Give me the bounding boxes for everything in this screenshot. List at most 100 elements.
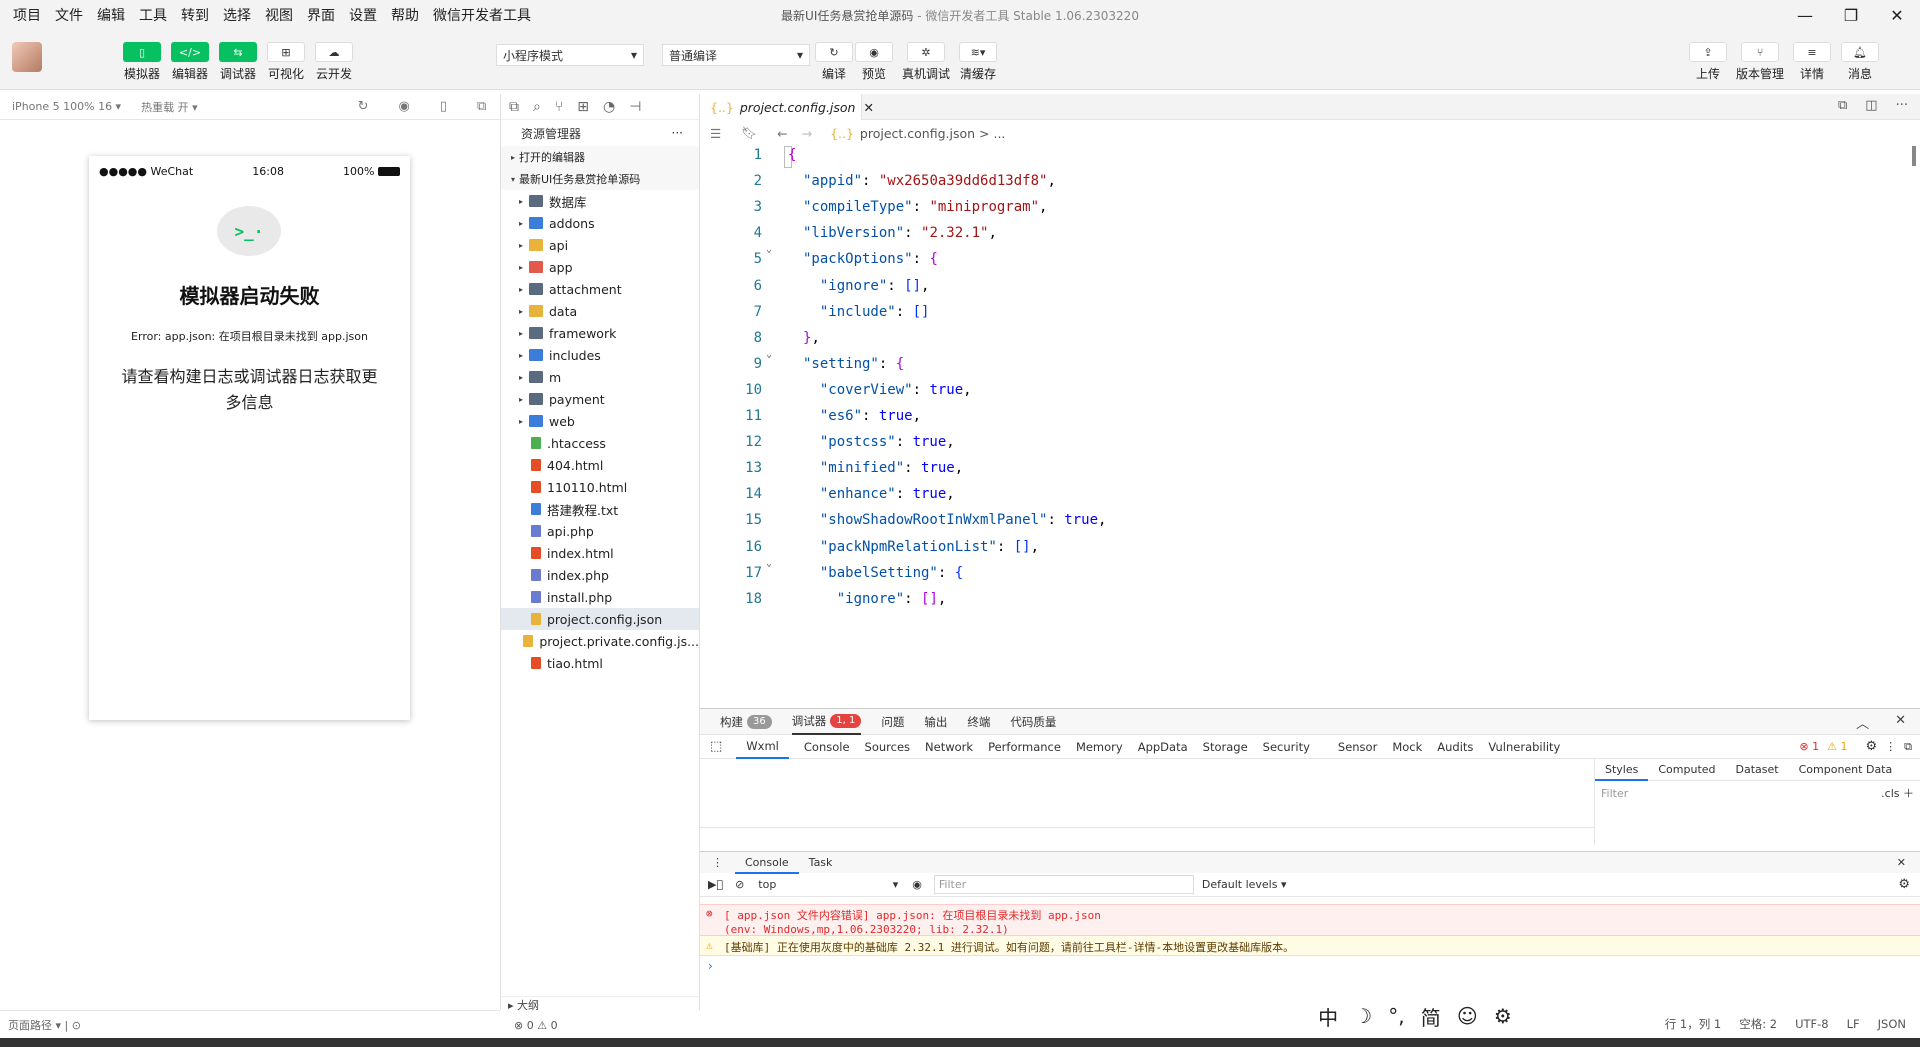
close-window-button[interactable]: ✕	[1874, 0, 1920, 30]
tree-item[interactable]: ▸ 数据库	[501, 190, 699, 212]
menu-item[interactable]: 转到	[174, 5, 216, 25]
levels-select[interactable]: Default levels ▾	[1202, 878, 1287, 891]
tree-item[interactable]: ▸ api	[501, 234, 699, 256]
gear-icon[interactable]: ⚙	[1898, 877, 1910, 892]
reload-icon[interactable]: ↻	[358, 99, 369, 114]
cloud-dev-button[interactable]: ☁ 云开发	[312, 42, 356, 82]
tree-item[interactable]: .htaccess	[501, 432, 699, 454]
cursor-position[interactable]: 行 1，列 1	[1665, 1016, 1721, 1032]
error-count-icon[interactable]: ⊗ 1	[1799, 740, 1819, 753]
language-mode[interactable]: JSON	[1878, 1017, 1906, 1031]
code-editor[interactable]: 1 {2 "appid": "wx2650a39dd6d13df8", 3 "compi…	[700, 146, 1920, 708]
menu-item[interactable]: 项目	[6, 5, 48, 25]
dock-icon[interactable]: ⧉	[1904, 740, 1912, 754]
list-icon[interactable]: ☰	[710, 126, 721, 141]
split-file-icon[interactable]: ⧉	[1838, 98, 1847, 113]
gear-icon[interactable]: ⚙	[1865, 739, 1877, 754]
devtools-panel-tab[interactable]: Wxml	[736, 735, 789, 759]
fold-icon[interactable]: ⌄	[766, 244, 772, 255]
tree-item[interactable]: ▸ framework	[501, 322, 699, 344]
tree-item[interactable]: 搭建教程.txt	[501, 498, 699, 520]
more-vert-icon[interactable]: ⋮	[712, 856, 723, 869]
tree-item[interactable]: 110110.html	[501, 476, 699, 498]
more-vert-icon[interactable]: ⋮	[1885, 740, 1896, 753]
console-filter-input[interactable]: Filter	[933, 875, 1194, 894]
devtools-top-tab[interactable]: 构建 36	[720, 714, 772, 730]
device-select[interactable]: iPhone 5 100% 16 ▾	[12, 100, 121, 113]
menu-item[interactable]: 帮助	[384, 5, 426, 25]
minimize-button[interactable]: —	[1782, 0, 1828, 30]
fold-icon[interactable]: ⌄	[766, 349, 772, 360]
tab-console-drawer[interactable]: Console	[735, 852, 799, 874]
tree-item[interactable]: 404.html	[501, 454, 699, 476]
details-button[interactable]: ≡ 详情	[1790, 42, 1834, 82]
tree-item[interactable]: tiao.html	[501, 652, 699, 674]
devtools-panel-tab[interactable]: Storage	[1203, 740, 1248, 754]
forward-icon[interactable]: →	[802, 126, 812, 141]
devtools-top-tab[interactable]: 输出	[924, 714, 947, 730]
remote-debug-button[interactable]: ✲ 真机调试	[902, 42, 950, 82]
menu-item[interactable]: 视图	[258, 5, 300, 25]
more-icon[interactable]: ···	[672, 126, 683, 140]
tree-item[interactable]: index.php	[501, 564, 699, 586]
visual-button[interactable]: ⊞ 可视化	[264, 42, 308, 82]
menu-item[interactable]: 工具	[132, 5, 174, 25]
console-prompt[interactable]: ›	[708, 959, 713, 973]
indent-setting[interactable]: 空格: 2	[1739, 1016, 1777, 1032]
debugger-toggle-button[interactable]: ⇆ 调试器	[216, 42, 260, 82]
devtools-panel-tab[interactable]: Security	[1263, 740, 1310, 754]
scrollbar[interactable]	[1912, 146, 1916, 166]
menu-item[interactable]: 选择	[216, 5, 258, 25]
files-icon[interactable]: ⧉	[509, 99, 519, 115]
menu-item[interactable]: 文件	[48, 5, 90, 25]
messages-button[interactable]: 🔔︎ 消息	[1838, 42, 1882, 82]
menu-item[interactable]: 设置	[342, 5, 384, 25]
editor-toggle-button[interactable]: </> 编辑器	[168, 42, 212, 82]
tree-item[interactable]: install.php	[501, 586, 699, 608]
version-button[interactable]: ⑂ 版本管理	[1736, 42, 1784, 82]
compile-button[interactable]: ↻ 编译	[812, 42, 856, 82]
stop-icon[interactable]: ◉	[399, 99, 410, 114]
tree-item[interactable]: ▸ payment	[501, 388, 699, 410]
tree-item[interactable]: api.php	[501, 520, 699, 542]
preview-button[interactable]: ◉ 预览	[852, 42, 896, 82]
devtools-panel-tab[interactable]: Mock	[1392, 740, 1422, 754]
context-select[interactable]: top ▾	[758, 878, 898, 891]
close-icon[interactable]: ✕	[863, 100, 873, 115]
outline-section[interactable]: ▸ 大纲	[500, 996, 700, 1014]
devtools-panel-tab[interactable]: Audits	[1437, 740, 1473, 754]
inspect-icon[interactable]: ⬚	[710, 739, 722, 754]
extensions-icon[interactable]: ⊞	[577, 99, 589, 115]
devtools-panel-tab[interactable]: Console	[804, 740, 850, 754]
tree-item[interactable]: ▸ attachment	[501, 278, 699, 300]
styles-tab[interactable]: Computed	[1648, 759, 1725, 781]
avatar[interactable]	[12, 42, 42, 72]
devtools-top-tab[interactable]: 代码质量	[1010, 714, 1056, 730]
devtools-top-tab[interactable]: 问题	[881, 714, 904, 730]
simulator-toggle-button[interactable]: ▯ 模拟器	[120, 42, 164, 82]
mode-select[interactable]: 小程序模式 ▾	[496, 44, 644, 66]
tree-item[interactable]: project.config.json	[501, 608, 699, 630]
devtools-panel-tab[interactable]: Vulnerability	[1488, 740, 1560, 754]
encoding[interactable]: UTF-8	[1795, 1017, 1829, 1031]
maximize-button[interactable]: ❐	[1828, 0, 1874, 30]
search-icon[interactable]: ⌕	[533, 99, 541, 115]
tree-item[interactable]: index.html	[501, 542, 699, 564]
tree-item[interactable]: project.private.config.js...	[501, 630, 699, 652]
styles-filter-input[interactable]: Filter	[1601, 787, 1628, 800]
clear-cache-button[interactable]: ≋▾ 清缓存	[956, 42, 1000, 82]
devtools-panel-tab[interactable]: Performance	[988, 740, 1061, 754]
eye-icon[interactable]: ◉	[912, 878, 922, 891]
tree-item[interactable]: ▸ m	[501, 366, 699, 388]
tree-item[interactable]: ▸ includes	[501, 344, 699, 366]
close-icon[interactable]: ✕	[1897, 856, 1906, 869]
tree-item[interactable]: ▸ web	[501, 410, 699, 432]
tab-project-config[interactable]: {..} project.config.json ✕	[700, 94, 874, 120]
fold-icon[interactable]: ⌄	[766, 558, 772, 569]
sidebar-toggle-icon[interactable]: ▶⃞	[708, 878, 723, 891]
tree-item[interactable]: ▸ data	[501, 300, 699, 322]
devtools-panel-tab[interactable]: Sources	[865, 740, 911, 754]
docker-icon[interactable]: ◔	[603, 99, 615, 115]
popout-icon[interactable]: ⧉	[477, 99, 486, 114]
devtools-panel-tab[interactable]: Network	[925, 740, 973, 754]
